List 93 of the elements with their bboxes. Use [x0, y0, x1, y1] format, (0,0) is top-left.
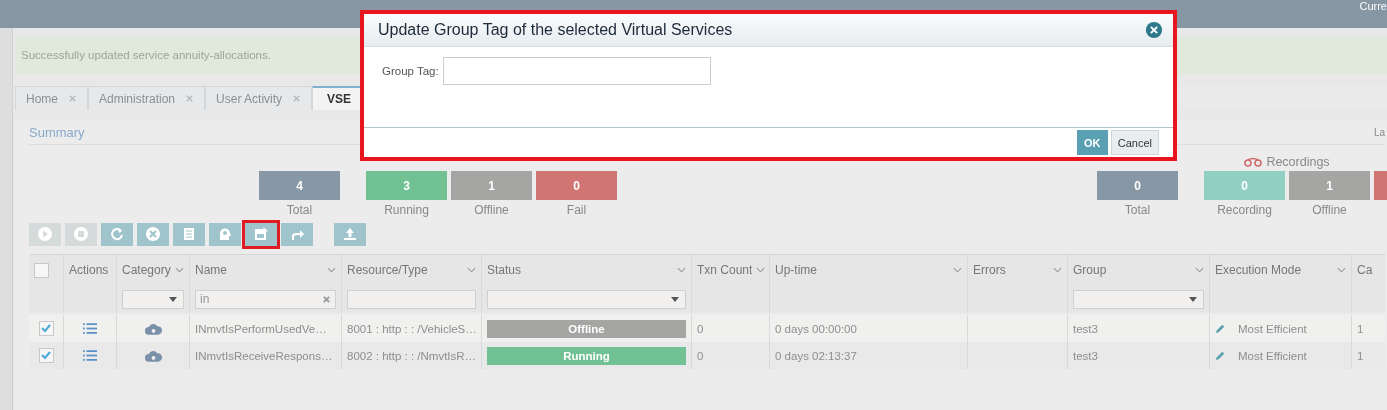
chevron-down-icon[interactable] — [175, 267, 184, 273]
stat-count: 0 — [1204, 171, 1285, 200]
stat-label: Recording — [1217, 203, 1272, 217]
table-cell: INmvtIsReceiveRespons… — [195, 349, 333, 362]
table-cell: 1 — [1357, 322, 1364, 335]
document-button[interactable] — [173, 222, 205, 246]
table-cell: 0 days 02:13:37 — [775, 349, 857, 362]
list-icon[interactable] — [83, 323, 97, 334]
column-header[interactable]: Errors — [973, 263, 1006, 277]
table-cell: test3 — [1073, 349, 1098, 362]
stat-label: Fail — [566, 203, 587, 217]
top-bar-text: Curre — [1359, 0, 1387, 12]
document-icon[interactable] — [181, 226, 197, 242]
tab[interactable]: Home — [15, 86, 88, 110]
clear-icon[interactable] — [322, 294, 331, 304]
stat-count: 3 — [366, 171, 447, 200]
glasses-icon — [1244, 157, 1263, 167]
header-checkbox[interactable] — [34, 262, 49, 278]
cloud-icon — [144, 322, 162, 335]
pencil-icon[interactable] — [1215, 323, 1226, 334]
table-cell: 8002 : http : : /NmvtIsR… — [347, 349, 477, 362]
status-bar: Offline — [487, 319, 686, 338]
list-icon[interactable] — [83, 350, 97, 361]
column-header[interactable]: Resource/Type — [347, 263, 428, 277]
stat-label: Offline — [1312, 203, 1347, 217]
column-header[interactable]: Status — [487, 263, 522, 277]
chevron-down-icon[interactable] — [1195, 267, 1204, 273]
column-header[interactable]: Name — [195, 263, 227, 277]
table-cell: Most Efficient — [1238, 349, 1307, 362]
table-cell: test3 — [1073, 322, 1098, 335]
pencil-icon[interactable] — [1215, 350, 1226, 361]
table-cell: 0 — [697, 322, 704, 335]
dialog-title: Update Group Tag of the selected Virtual Services — [378, 21, 733, 39]
message-text: Successfully updated service annuity-allocations. — [21, 49, 271, 61]
head-icon[interactable] — [217, 226, 233, 242]
chevron-down-icon[interactable] — [1053, 267, 1062, 273]
close-circle-icon[interactable] — [145, 226, 161, 242]
refresh-icon[interactable] — [109, 226, 125, 242]
stat-label: Offline — [474, 203, 509, 217]
column-header[interactable]: Actions — [69, 263, 109, 277]
save-button[interactable] — [245, 222, 277, 246]
column-header[interactable]: Execution Mode — [1215, 263, 1302, 277]
upload-icon[interactable] — [342, 226, 358, 242]
column-header[interactable]: Category — [122, 263, 171, 277]
filter-dropdown[interactable] — [1073, 289, 1204, 309]
summary-title: Summary — [29, 124, 85, 140]
refresh-button[interactable] — [101, 222, 133, 246]
tab[interactable]: User Activity — [205, 86, 313, 110]
caret-icon — [169, 296, 177, 302]
filter-dropdown[interactable] — [487, 289, 686, 309]
stat-count: 1 — [451, 171, 532, 200]
chevron-down-icon[interactable] — [756, 267, 766, 273]
recordings-title: Recordings — [1266, 155, 1330, 169]
table-cell: 1 — [1357, 349, 1364, 362]
cancel-button[interactable]: Cancel — [1110, 130, 1159, 155]
chevron-down-icon[interactable] — [327, 267, 336, 273]
filter-field[interactable] — [347, 289, 476, 309]
stat-count: 1 — [1289, 171, 1370, 200]
filter-dropdown[interactable] — [122, 289, 184, 309]
delete-button[interactable] — [137, 222, 169, 246]
row-checkbox[interactable] — [38, 348, 54, 363]
field-label: Group Tag: — [382, 65, 439, 77]
table-cell: 0 — [697, 349, 704, 362]
upload-button[interactable] — [334, 222, 366, 246]
column-header[interactable]: Ca — [1357, 263, 1373, 277]
close-icon[interactable] — [1145, 21, 1163, 39]
chevron-down-icon[interactable] — [953, 267, 962, 273]
table-cell: INmvtIsPerformUsedVe… — [195, 322, 327, 335]
stat-label: Total — [1124, 203, 1151, 217]
chevron-down-icon[interactable] — [677, 267, 686, 273]
filter-field[interactable]: in — [195, 289, 336, 309]
caret-icon — [671, 296, 679, 302]
summary-text: La — [1373, 126, 1385, 138]
column-header[interactable]: Txn Count — [697, 263, 753, 277]
column-header[interactable]: Group — [1073, 263, 1107, 277]
stat-count: 4 — [259, 171, 340, 200]
caret-icon — [1189, 296, 1197, 302]
stat-count: 0 — [1097, 171, 1178, 200]
stat-label: Running — [384, 203, 429, 217]
table-cell: Most Efficient — [1238, 322, 1307, 335]
chevron-down-icon[interactable] — [1337, 267, 1346, 273]
stat-count: 0 — [536, 171, 617, 200]
table-cell: 0 days 00:00:00 — [775, 322, 857, 335]
column-header[interactable]: Up-time — [775, 263, 817, 277]
cloud-icon — [144, 349, 162, 362]
chevron-down-icon[interactable] — [467, 267, 476, 273]
status-bar: Running — [487, 346, 686, 365]
table-cell: 8001 : http : : /VehicleS… — [347, 322, 477, 335]
row-checkbox[interactable] — [38, 321, 54, 336]
tab[interactable]: Administration — [88, 86, 206, 110]
ok-button[interactable]: OK — [1076, 130, 1108, 155]
group-tag-field[interactable] — [442, 57, 711, 85]
stat-label: Total — [286, 203, 313, 217]
